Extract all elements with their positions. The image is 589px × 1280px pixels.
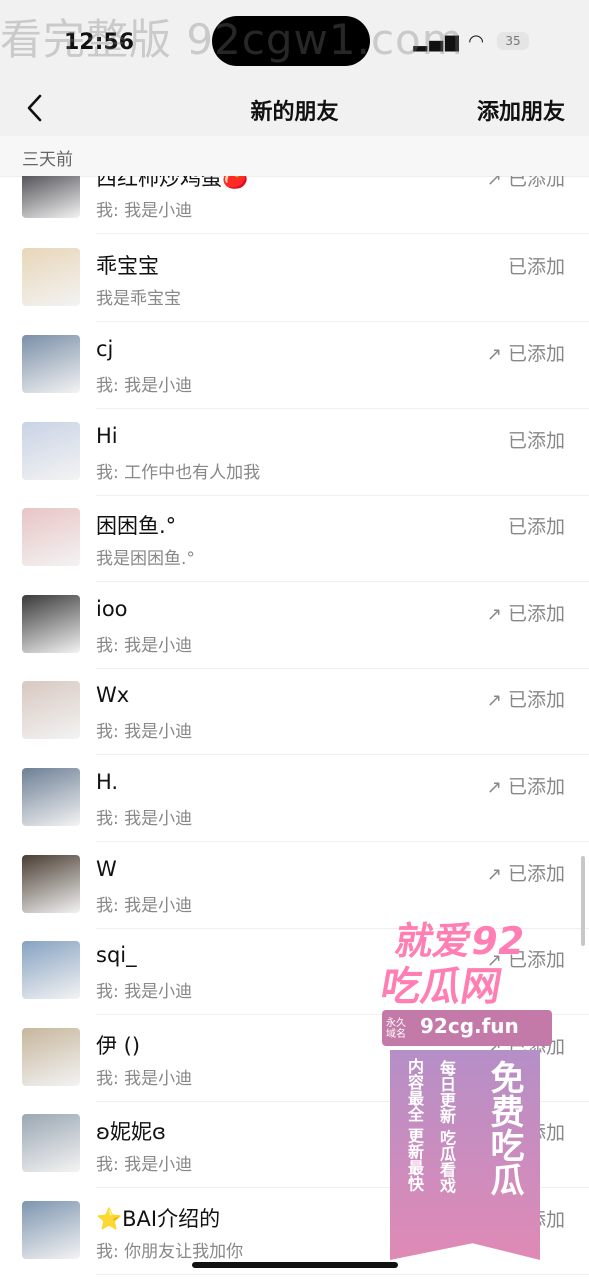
friend-message: 我是困困鱼.° bbox=[96, 549, 195, 569]
added-status[interactable]: 已添加 bbox=[502, 426, 565, 453]
friend-message: 我: 你朋友让我加你 bbox=[96, 1242, 244, 1262]
promo-watermark: 就爱92 吃瓜网 永久 域名 92cg.fun 内容最全 更新最快 每日更新 吃… bbox=[372, 910, 562, 1260]
friend-message: 我: 我是小迪 bbox=[96, 809, 193, 829]
list-item[interactable]: 困困鱼.° 我是困困鱼.° 已添加 bbox=[0, 496, 589, 582]
status-label: 已添加 bbox=[507, 603, 565, 625]
promo-vertical-2: 每日更新 吃瓜看戏 bbox=[437, 1060, 456, 1194]
promo-url: 92cg.fun bbox=[420, 1014, 519, 1038]
status-label: 已添加 bbox=[507, 256, 565, 278]
added-status[interactable]: ↗已添加 bbox=[487, 685, 565, 712]
friend-message: 我: 我是小迪 bbox=[96, 722, 193, 742]
friend-message: 我是乖宝宝 bbox=[96, 289, 181, 309]
added-status[interactable]: 已添加 bbox=[502, 252, 565, 279]
added-status[interactable]: ↗已添加 bbox=[487, 339, 565, 366]
added-status[interactable]: ↗已添加 bbox=[487, 772, 565, 799]
divider bbox=[96, 754, 589, 755]
avatar bbox=[22, 855, 80, 913]
list-item[interactable]: 西红柿炒鸡蛋🍅 我: 我是小迪 ↗ 已添加 bbox=[0, 176, 589, 234]
list-item[interactable]: H. 我: 我是小迪 ↗ 已添加 bbox=[0, 756, 589, 842]
section-label: 三天前 bbox=[22, 150, 73, 170]
navbar: 新的朋友 添加朋友 bbox=[0, 80, 589, 136]
arrow-up-right-icon: ↗ bbox=[486, 690, 502, 711]
section-header: 三天前 bbox=[0, 136, 589, 177]
status-time: 12:56 bbox=[64, 30, 135, 55]
friend-message: 我: 工作中也有人加我 bbox=[96, 463, 261, 483]
friend-name: H. bbox=[96, 770, 119, 794]
avatar bbox=[22, 176, 80, 218]
avatar bbox=[22, 335, 80, 393]
divider bbox=[96, 321, 589, 322]
added-status[interactable]: ↗已添加 bbox=[487, 599, 565, 626]
avatar bbox=[22, 248, 80, 306]
friend-message: 我: 我是小迪 bbox=[96, 1155, 193, 1175]
list-item[interactable]: Wx 我: 我是小迪 ↗ 已添加 bbox=[0, 669, 589, 755]
divider bbox=[96, 233, 589, 234]
status-label: 已添加 bbox=[507, 430, 565, 452]
signal-wifi-icon: ▂▄▆ ◠ bbox=[413, 31, 485, 52]
friend-message: 我: 我是小迪 bbox=[96, 376, 193, 396]
promo-vertical-3: 免费吃瓜 bbox=[484, 1060, 524, 1196]
friend-message: 我: 我是小迪 bbox=[96, 636, 193, 656]
arrow-up-right-icon: ↗ bbox=[486, 864, 502, 885]
status-label: 已添加 bbox=[507, 343, 565, 365]
status-label: 已添加 bbox=[507, 776, 565, 798]
dynamic-island bbox=[212, 16, 370, 66]
status-label: 已添加 bbox=[507, 689, 565, 711]
friend-name: W bbox=[96, 857, 117, 881]
divider bbox=[96, 1274, 589, 1275]
added-status[interactable]: ↗ 已添加 bbox=[487, 176, 565, 191]
friend-message: 我: 我是小迪 bbox=[96, 1069, 193, 1089]
friend-message: 我: 我是小迪 bbox=[96, 982, 193, 1002]
avatar bbox=[22, 1114, 80, 1172]
friend-message: 我: 我是小迪 bbox=[96, 896, 193, 916]
promo-small-text: 永久 域名 bbox=[386, 1018, 406, 1040]
added-status[interactable]: 已添加 bbox=[502, 512, 565, 539]
promo-line2: 吃瓜网 bbox=[377, 964, 506, 1010]
friend-name: sqi_ bbox=[96, 943, 137, 967]
add-friend-button[interactable]: 添加朋友 bbox=[477, 94, 565, 126]
status-label: 已添加 bbox=[507, 863, 565, 885]
battery-icon: 35 bbox=[497, 32, 529, 50]
avatar bbox=[22, 941, 80, 999]
friend-name: 西红柿炒鸡蛋🍅 bbox=[96, 176, 249, 190]
friend-name: cj bbox=[96, 337, 114, 361]
friend-name: ʚ妮妮ɞ bbox=[96, 1120, 166, 1144]
added-status[interactable]: ↗已添加 bbox=[487, 859, 565, 886]
promo-vertical-1: 内容最全 更新最快 bbox=[405, 1058, 424, 1192]
status-label: 已添加 bbox=[507, 176, 565, 190]
status-label: 已添加 bbox=[507, 516, 565, 538]
scrollbar[interactable] bbox=[581, 856, 585, 946]
friend-name: ioo bbox=[96, 597, 128, 621]
avatar bbox=[22, 595, 80, 653]
avatar bbox=[22, 422, 80, 480]
friend-name: Hi bbox=[96, 424, 118, 448]
arrow-up-right-icon: ↗ bbox=[486, 777, 502, 798]
divider bbox=[96, 581, 589, 582]
divider bbox=[96, 841, 589, 842]
friend-name: 困困鱼.° bbox=[96, 514, 177, 538]
avatar bbox=[22, 1028, 80, 1086]
list-item[interactable]: ioo 我: 我是小迪 ↗ 已添加 bbox=[0, 583, 589, 669]
status-bar: 12:56 ▂▄▆ ◠ 35 bbox=[0, 0, 589, 80]
divider bbox=[96, 408, 589, 409]
arrow-up-right-icon: ↗ bbox=[486, 604, 502, 625]
arrow-up-right-icon: ↗ bbox=[486, 344, 502, 365]
avatar bbox=[22, 768, 80, 826]
friend-name: 伊 () bbox=[96, 1034, 141, 1058]
avatar bbox=[22, 1201, 80, 1259]
avatar bbox=[22, 508, 80, 566]
arrow-up-right-icon: ↗ bbox=[486, 176, 502, 190]
list-item[interactable]: Hi 我: 工作中也有人加我 已添加 bbox=[0, 410, 589, 496]
friend-name: ⭐BAI介绍的 bbox=[96, 1207, 221, 1231]
list-item[interactable]: 乖宝宝 我是乖宝宝 已添加 bbox=[0, 236, 589, 322]
avatar bbox=[22, 681, 80, 739]
list-item[interactable]: cj 我: 我是小迪 ↗ 已添加 bbox=[0, 323, 589, 409]
friend-name: Wx bbox=[96, 683, 130, 707]
friend-name: 乖宝宝 bbox=[96, 254, 159, 278]
friend-message: 我: 我是小迪 bbox=[96, 201, 193, 221]
home-indicator[interactable] bbox=[192, 1262, 398, 1268]
